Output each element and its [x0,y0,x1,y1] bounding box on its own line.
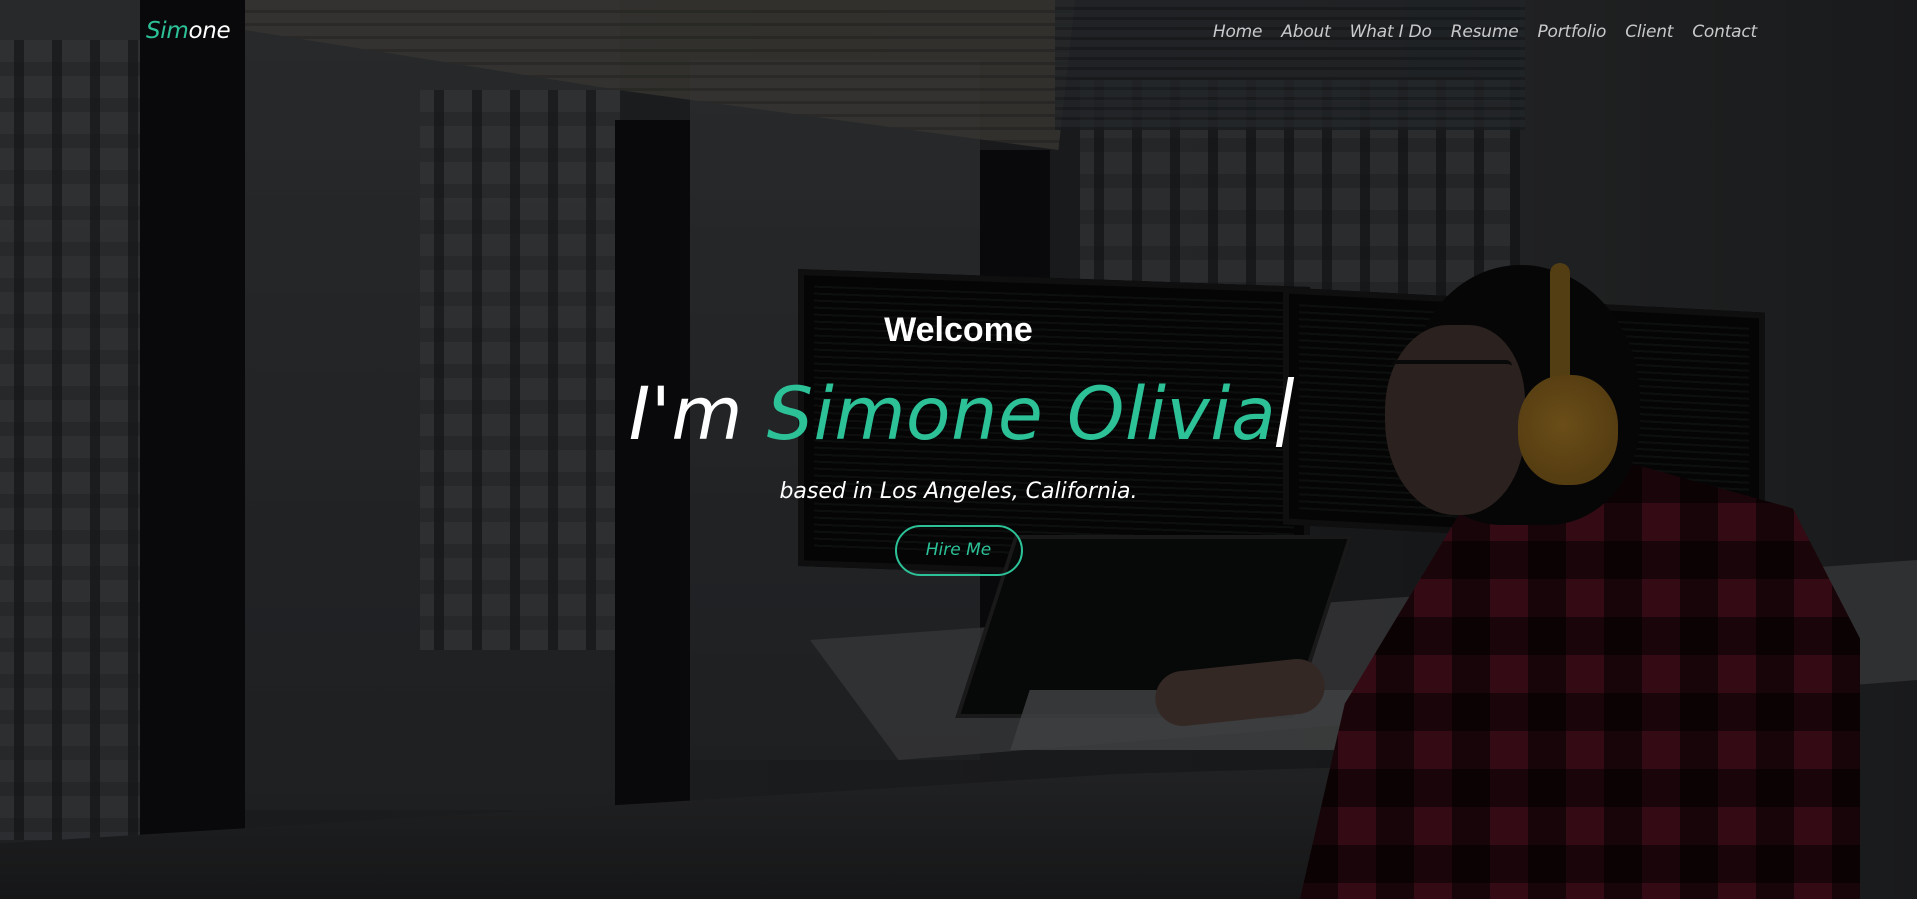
nav-link-resume[interactable]: Resume [1451,22,1519,42]
logo-accent-text: Sim [146,18,189,44]
hero-content: Welcome I'm Simone Olivia based in Los A… [0,305,1917,576]
headline-prefix: I'm [628,372,767,457]
hire-me-button[interactable]: Hire Me [894,525,1023,576]
hero-section: Simone Home About What I Do Resume Portf… [0,0,1917,899]
hero-tagline: based in Los Angeles, California. [779,479,1138,504]
nav-item: Portfolio [1537,19,1606,45]
welcome-heading: Welcome [884,311,1033,349]
nav-link-what-i-do[interactable]: What I Do [1350,22,1432,42]
nav-item: Home [1213,19,1263,45]
nav-menu: Home About What I Do Resume Portfolio Cl… [1213,19,1757,45]
nav-item: Client [1625,19,1673,45]
navbar: Simone Home About What I Do Resume Portf… [0,0,1917,64]
nav-link-about[interactable]: About [1281,22,1330,42]
nav-link-contact[interactable]: Contact [1692,22,1757,42]
nav-link-client[interactable]: Client [1625,22,1673,42]
nav-link-home[interactable]: Home [1213,22,1263,42]
nav-link-portfolio[interactable]: Portfolio [1537,22,1606,42]
typing-cursor [1276,377,1295,447]
site-logo[interactable]: Simone [146,14,231,48]
nav-item: Contact [1692,19,1757,45]
logo-text: one [188,18,231,44]
nav-item: About [1281,19,1330,45]
headline-name: Simone Olivia [766,372,1277,457]
nav-item: What I Do [1350,19,1432,45]
hero-headline: I'm Simone Olivia [0,371,1917,459]
nav-item: Resume [1451,19,1519,45]
